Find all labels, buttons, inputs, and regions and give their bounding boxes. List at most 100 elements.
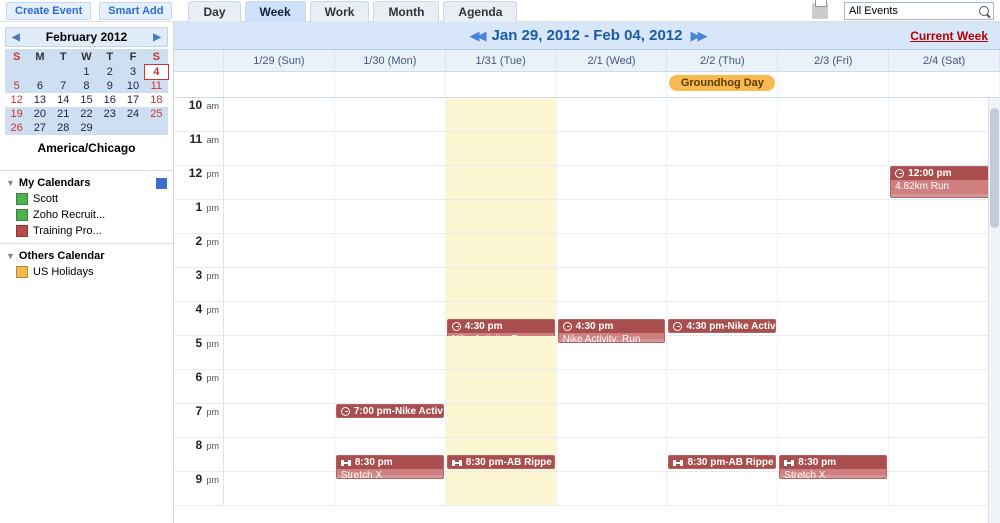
time-cell[interactable]: [889, 438, 1000, 471]
mini-cal-day[interactable]: 16: [98, 93, 121, 107]
time-cell[interactable]: [667, 336, 778, 369]
tab-agenda[interactable]: Agenda: [443, 1, 517, 22]
mini-cal-day[interactable]: 12: [5, 93, 28, 107]
allday-cell[interactable]: [335, 72, 446, 97]
time-cell[interactable]: [224, 302, 335, 335]
time-cell[interactable]: 4:30 pmNike Activity: Run: [446, 302, 557, 335]
time-cell[interactable]: [335, 302, 446, 335]
time-cell[interactable]: 7:00 pm-Nike Activit: [335, 404, 446, 437]
time-cell[interactable]: [557, 438, 668, 471]
time-cell[interactable]: [778, 370, 889, 403]
time-cell[interactable]: [778, 302, 889, 335]
time-cell[interactable]: [224, 472, 335, 505]
time-cell[interactable]: [224, 404, 335, 437]
time-cell[interactable]: [224, 98, 335, 131]
calendar-event[interactable]: 8:30 pm-AB Rippe: [447, 455, 555, 469]
time-cell[interactable]: [667, 234, 778, 267]
time-cell[interactable]: [667, 268, 778, 301]
mini-cal-day[interactable]: 4: [145, 65, 168, 79]
time-cell[interactable]: [557, 200, 668, 233]
time-cell[interactable]: [667, 472, 778, 505]
scrollbar-thumb[interactable]: [990, 108, 999, 228]
prev-week-button[interactable]: ◀◀: [462, 28, 492, 44]
mini-cal-day[interactable]: 26: [5, 121, 28, 135]
mini-cal-day[interactable]: 14: [52, 93, 75, 107]
tab-work[interactable]: Work: [310, 1, 370, 22]
time-cell[interactable]: [889, 302, 1000, 335]
time-cell[interactable]: [446, 234, 557, 267]
day-header[interactable]: 2/1 (Wed): [557, 50, 668, 71]
smart-add-button[interactable]: Smart Add: [99, 2, 172, 20]
mini-cal-day[interactable]: 22: [75, 107, 98, 121]
time-cell[interactable]: [889, 200, 1000, 233]
calendar-event[interactable]: 4:30 pm-Nike Activit: [668, 319, 776, 333]
allday-cell[interactable]: [889, 72, 1000, 97]
mini-cal-day[interactable]: 19: [5, 107, 28, 121]
mini-cal-day[interactable]: 10: [121, 79, 144, 93]
time-cell[interactable]: [778, 472, 889, 505]
time-cell[interactable]: [446, 370, 557, 403]
mini-cal-day[interactable]: 21: [52, 107, 75, 121]
time-cell[interactable]: [667, 98, 778, 131]
mini-cal-day[interactable]: 11: [145, 79, 168, 93]
calendar-event[interactable]: 8:30 pm-AB Rippe: [668, 455, 776, 469]
time-cell[interactable]: [335, 370, 446, 403]
calendar-settings-icon[interactable]: [156, 178, 167, 189]
time-cell[interactable]: 8:30 pmStretch X: [335, 438, 446, 471]
my-calendar-item[interactable]: Scott: [6, 191, 167, 207]
time-cell[interactable]: [224, 438, 335, 471]
time-cell[interactable]: [778, 268, 889, 301]
mini-cal-day[interactable]: 7: [52, 79, 75, 93]
my-calendar-item[interactable]: Training Pro...: [6, 223, 167, 239]
time-cell[interactable]: 8:30 pm-AB Rippe: [667, 438, 778, 471]
time-cell[interactable]: [224, 132, 335, 165]
time-cell[interactable]: [335, 472, 446, 505]
allday-event[interactable]: Groundhog Day: [669, 75, 775, 91]
mini-cal-day[interactable]: 3: [121, 65, 144, 79]
mini-cal-day[interactable]: 27: [28, 121, 51, 135]
mini-cal-day[interactable]: 6: [28, 79, 51, 93]
time-cell[interactable]: [446, 336, 557, 369]
time-cell[interactable]: [778, 336, 889, 369]
time-cell[interactable]: [889, 336, 1000, 369]
time-cell[interactable]: [667, 404, 778, 437]
mini-cal-day[interactable]: 15: [75, 93, 98, 107]
calendar-event[interactable]: 12:00 pm4.82km Run: [890, 166, 998, 198]
time-cell[interactable]: [778, 166, 889, 199]
mini-cal-day[interactable]: 2: [98, 65, 121, 79]
time-cell[interactable]: [335, 200, 446, 233]
time-cell[interactable]: [224, 370, 335, 403]
mini-cal-day[interactable]: 1: [75, 65, 98, 79]
mini-cal-day[interactable]: 29: [75, 121, 98, 135]
time-cell[interactable]: 8:30 pmStretch X: [778, 438, 889, 471]
scrollbar[interactable]: [988, 98, 1000, 523]
time-cell[interactable]: [557, 268, 668, 301]
time-grid-scroll[interactable]: 10 am11 am12 pm12:00 pm4.82km Run1 pm2 p…: [174, 98, 1000, 523]
time-cell[interactable]: [224, 234, 335, 267]
day-header[interactable]: 2/3 (Fri): [778, 50, 889, 71]
time-cell[interactable]: 4:30 pm-Nike Activit: [667, 302, 778, 335]
time-cell[interactable]: [335, 336, 446, 369]
time-cell[interactable]: [778, 98, 889, 131]
prev-month-button[interactable]: ◀: [12, 32, 20, 43]
time-cell[interactable]: [335, 166, 446, 199]
time-cell[interactable]: [446, 166, 557, 199]
time-cell[interactable]: [557, 132, 668, 165]
my-calendars-header[interactable]: ▼My Calendars: [6, 175, 167, 191]
time-cell[interactable]: [889, 370, 1000, 403]
day-header[interactable]: 1/29 (Sun): [224, 50, 335, 71]
time-cell[interactable]: [446, 200, 557, 233]
time-cell[interactable]: [667, 166, 778, 199]
allday-cell[interactable]: [446, 72, 557, 97]
time-cell[interactable]: [889, 234, 1000, 267]
next-month-button[interactable]: ▶: [153, 32, 161, 43]
mini-cal-day[interactable]: 13: [28, 93, 51, 107]
time-cell[interactable]: 8:30 pm-AB Rippe: [446, 438, 557, 471]
my-calendar-item[interactable]: Zoho Recruit...: [6, 207, 167, 223]
next-week-button[interactable]: ▶▶: [682, 28, 712, 44]
time-cell[interactable]: [667, 370, 778, 403]
tab-month[interactable]: Month: [373, 1, 439, 22]
day-header[interactable]: 1/30 (Mon): [335, 50, 446, 71]
mini-cal-day[interactable]: 20: [28, 107, 51, 121]
time-cell[interactable]: 4:30 pmNike Activity: Run: [557, 302, 668, 335]
